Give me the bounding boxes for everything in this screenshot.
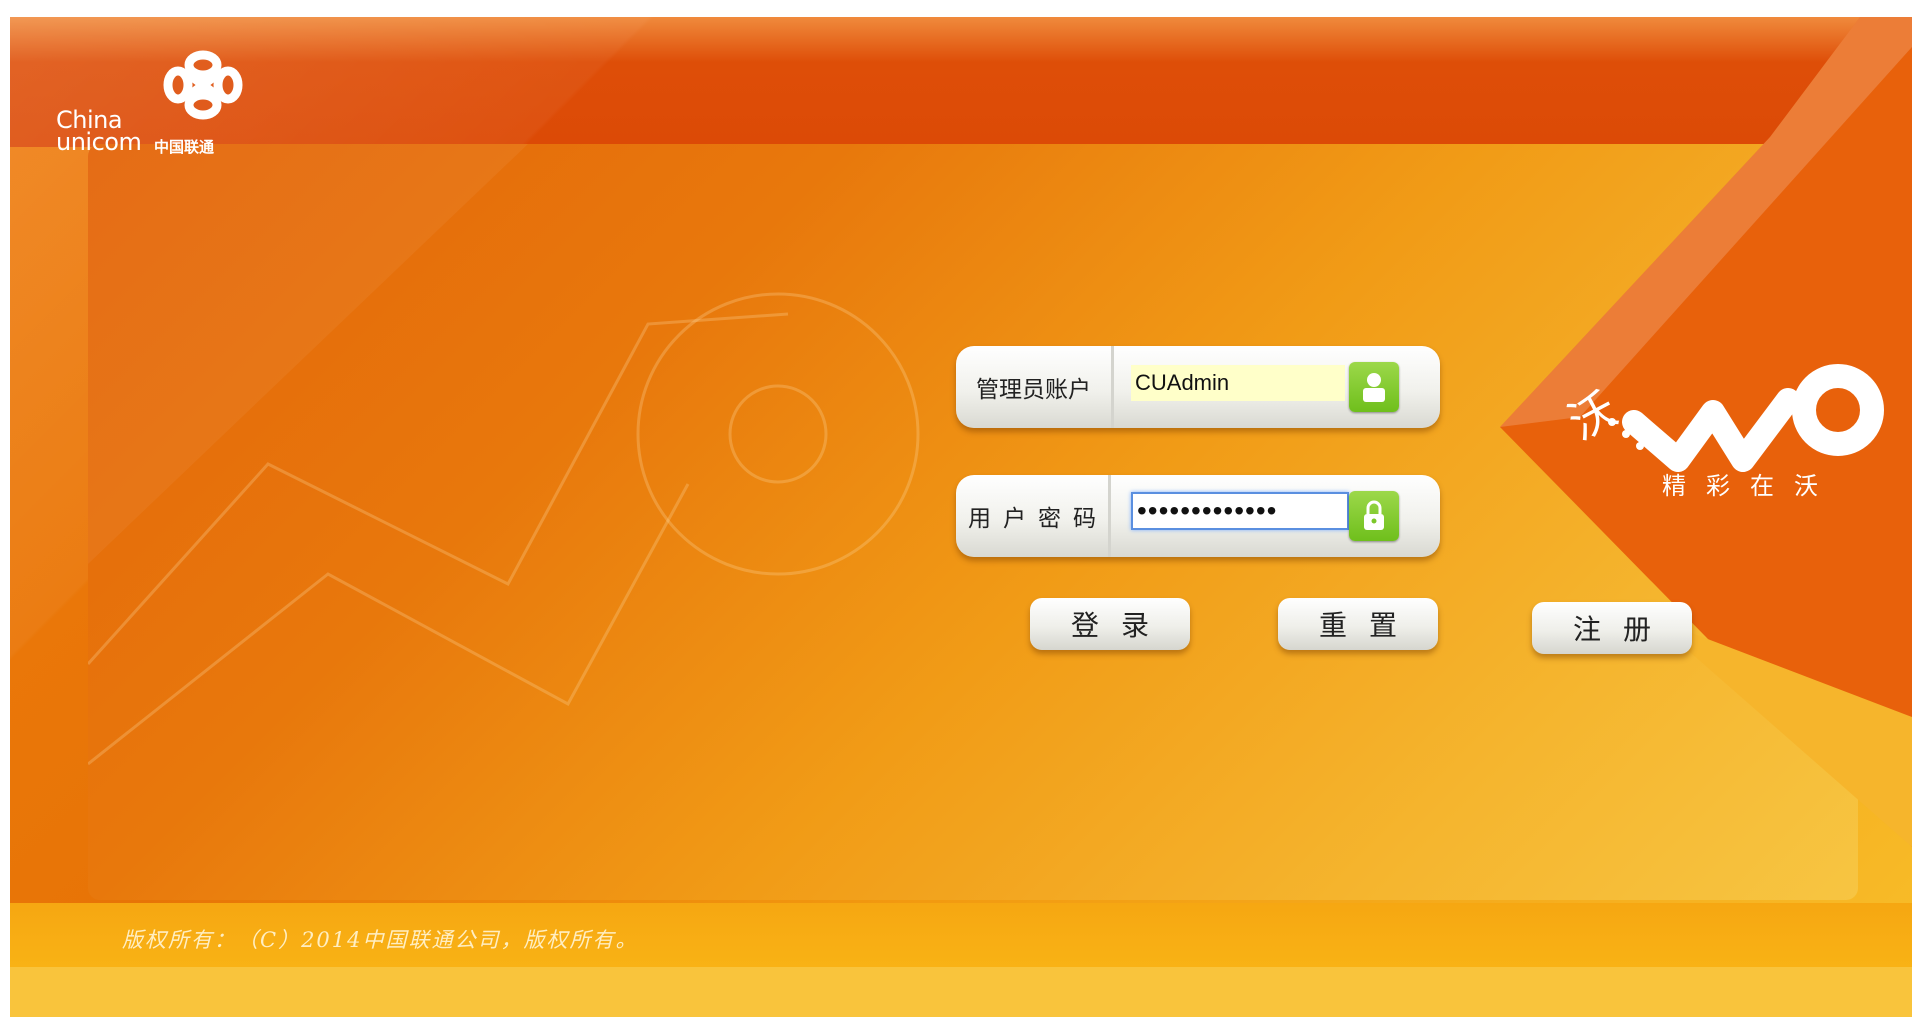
login-button[interactable]: 登录 — [1030, 598, 1190, 650]
brand-name-en: China unicom — [56, 106, 142, 156]
padlock-icon[interactable] — [1349, 491, 1399, 541]
reset-button[interactable]: 重置 — [1278, 598, 1438, 650]
china-unicom-logo: China unicom 中国联通 — [56, 47, 256, 167]
wo-slogan: 精彩在沃 — [1662, 472, 1838, 500]
password-input[interactable] — [1131, 492, 1349, 530]
password-field: 用户密码 — [956, 475, 1440, 557]
account-label: 管理员账户 — [956, 346, 1114, 428]
brand-name-cn: 中国联通 — [154, 138, 215, 156]
copyright-notice: 版权所有：（C）2014中国联通公司，版权所有。 — [122, 928, 639, 952]
padlock-glyph — [1364, 500, 1384, 530]
account-field: 管理员账户 — [956, 346, 1440, 428]
bottom-strip — [10, 967, 1912, 1017]
account-input[interactable] — [1131, 365, 1345, 401]
user-lock-icon[interactable] — [1349, 362, 1399, 412]
register-button[interactable]: 注册 — [1532, 602, 1692, 654]
password-label: 用户密码 — [956, 475, 1111, 557]
user-icon — [1363, 373, 1385, 402]
unicom-knot-icon — [163, 50, 243, 120]
